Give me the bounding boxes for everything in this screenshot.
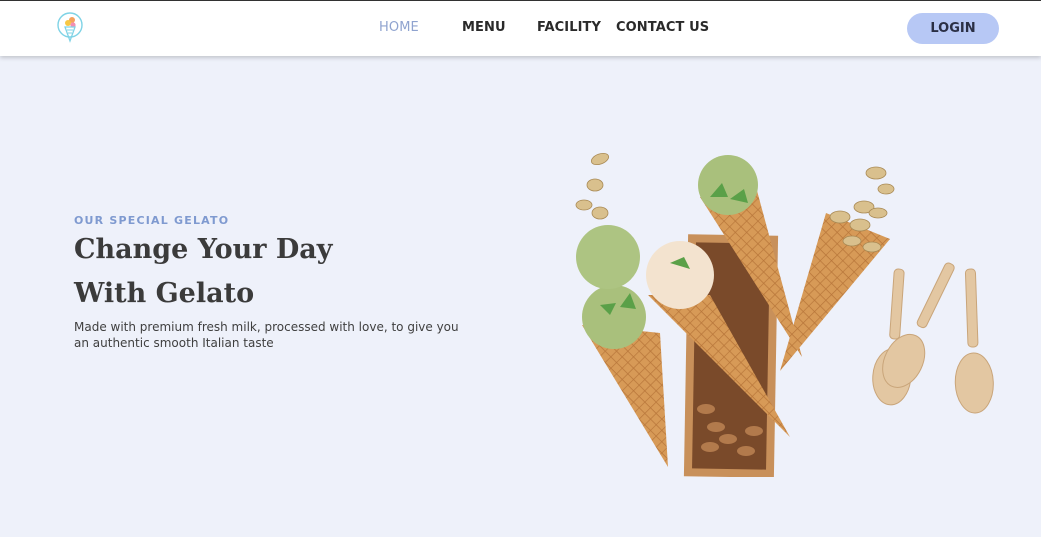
hero-eyebrow: OUR SPECIAL GELATO (74, 214, 230, 227)
nav-link-contact-us[interactable]: CONTACT US (616, 20, 709, 35)
ice-cream-cone-icon[interactable] (55, 11, 85, 47)
hero-title-line-1: Change Your Day (74, 234, 333, 265)
gelato-hero-image (575, 152, 994, 477)
hero-title-line-2: With Gelato (74, 278, 255, 309)
hero-description: Made with premium fresh milk, processed … (74, 320, 459, 350)
nav-link-facility[interactable]: FACILITY (537, 20, 601, 35)
hero-section: OUR SPECIAL GELATO Change Your Day With … (0, 57, 1041, 537)
nav-link-menu[interactable]: MENU (462, 20, 506, 35)
wooden-spoons (872, 262, 994, 414)
login-button[interactable]: LOGIN (907, 13, 999, 44)
cone-right (780, 210, 890, 371)
navbar: HOME MENU FACILITY CONTACT US LOGIN (0, 1, 1041, 56)
nav-link-home[interactable]: HOME (379, 20, 419, 35)
